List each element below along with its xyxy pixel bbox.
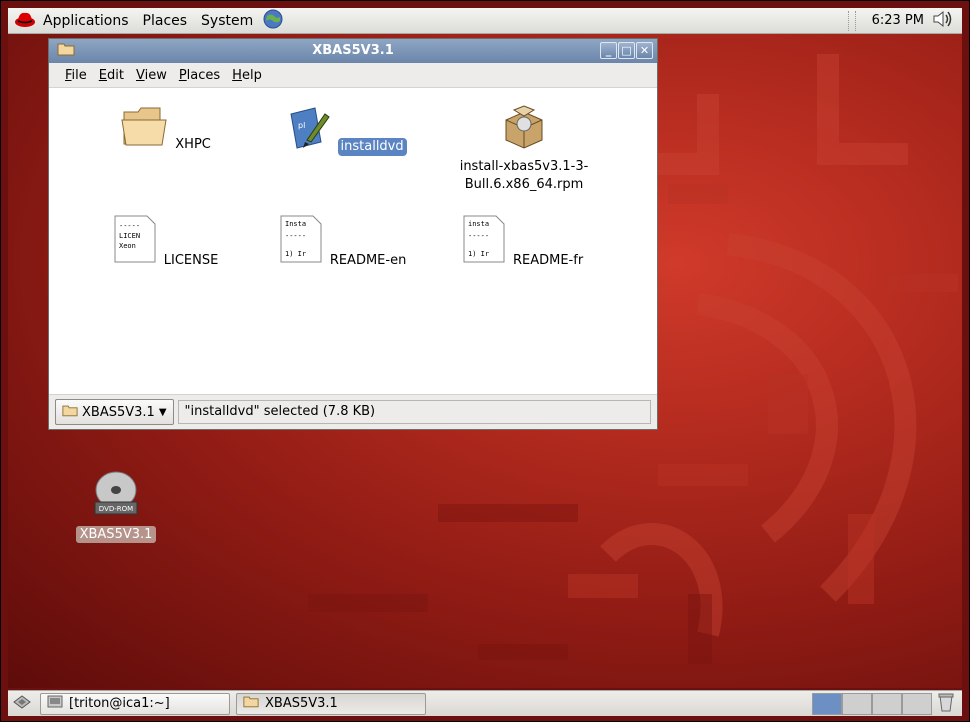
close-button[interactable]: ✕ (636, 42, 653, 59)
file-item-license[interactable]: ----- LICEN Xeon LICENSE (92, 214, 242, 270)
file-label: installdvd (337, 138, 407, 156)
svg-text:pl: pl (298, 121, 305, 130)
script-icon: pl (290, 107, 331, 149)
menu-file[interactable]: File (59, 68, 93, 83)
places-menu[interactable]: Places (136, 8, 195, 34)
minimize-button[interactable]: _ (600, 42, 617, 59)
folder-icon (62, 404, 78, 421)
workspace-3[interactable] (872, 692, 902, 715)
status-text: "installdvd" selected (7.8 KB) (177, 400, 651, 424)
file-label: README-fr (512, 253, 584, 268)
system-menu[interactable]: System (194, 8, 260, 34)
show-desktop-icon[interactable] (12, 693, 32, 715)
workspace-2[interactable] (842, 692, 872, 715)
file-item-installdvd[interactable]: pl installdvd (269, 104, 419, 156)
workspace-4[interactable] (902, 692, 932, 715)
menu-view[interactable]: View (130, 68, 173, 83)
package-icon (505, 105, 543, 149)
file-label: install-xbas5v3.1-3- Bull.6.x86_64.rpm (459, 159, 589, 192)
menu-edit[interactable]: Edit (93, 68, 130, 83)
desktop-dvd-rom[interactable]: DVD-ROM XBAS5V3.1 (56, 470, 176, 543)
task-file-manager[interactable]: XBAS5V3.1 (236, 692, 426, 715)
folder-icon (121, 107, 167, 146)
svg-text:-----: ----- (468, 232, 489, 240)
window-titlebar[interactable]: XBAS5V3.1 _ □ ✕ (49, 39, 657, 63)
svg-text:-----: ----- (119, 222, 140, 230)
file-manager-window: XBAS5V3.1 _ □ ✕ File Edit View Places He… (48, 38, 658, 430)
file-item-readme-en[interactable]: Insta ----- 1) Ir README-en (269, 214, 419, 270)
text-file-icon: ----- LICEN Xeon (114, 215, 156, 263)
svg-text:-----: ----- (285, 232, 306, 240)
file-item-rpm[interactable]: install-xbas5v3.1-3- Bull.6.x86_64.rpm (444, 104, 604, 194)
task-label: XBAS5V3.1 (265, 696, 338, 711)
location-dropdown[interactable]: XBAS5V3.1 ▼ (55, 399, 174, 425)
menu-help[interactable]: Help (226, 68, 268, 83)
text-file-icon: Insta ----- 1) Ir (280, 215, 322, 263)
dvd-label: XBAS5V3.1 (75, 526, 157, 543)
file-item-readme-fr[interactable]: insta ----- 1) Ir README-fr (449, 214, 599, 270)
dvd-rom-icon: DVD-ROM (94, 471, 138, 515)
redhat-logo-icon[interactable] (14, 10, 36, 32)
svg-text:DVD-ROM: DVD-ROM (99, 505, 133, 513)
panel-grip[interactable] (847, 10, 856, 31)
main-menu: Applications Places System (8, 8, 284, 33)
file-item-xhpc[interactable]: XHPC (92, 104, 242, 154)
menu-places[interactable]: Places (173, 68, 226, 83)
task-terminal[interactable]: [triton@ica1:~] (40, 692, 230, 715)
clock[interactable]: 6:23 PM (866, 13, 930, 28)
svg-text:Insta: Insta (285, 220, 306, 228)
svg-text:LICEN: LICEN (119, 232, 140, 240)
volume-icon[interactable] (932, 9, 954, 33)
workspace-1[interactable] (812, 692, 842, 715)
file-label: LICENSE (163, 253, 219, 268)
svg-text:Xeon: Xeon (119, 242, 136, 250)
top-panel: Applications Places System 6:23 PM (8, 8, 962, 34)
task-label: [triton@ica1:~] (69, 696, 170, 711)
browser-launcher-icon[interactable] (262, 8, 284, 34)
chevron-down-icon: ▼ (158, 406, 167, 418)
folder-icon (243, 695, 259, 712)
location-label: XBAS5V3.1 (82, 404, 155, 420)
trash-icon[interactable] (938, 692, 954, 716)
file-label: XHPC (175, 137, 211, 152)
svg-text:1) Ir: 1) Ir (285, 250, 306, 258)
svg-text:insta: insta (468, 220, 489, 228)
svg-text:1) Ir: 1) Ir (468, 250, 489, 258)
window-statusbar: XBAS5V3.1 ▼ "installdvd" selected (7.8 K… (49, 394, 657, 429)
window-title: XBAS5V3.1 (312, 43, 394, 58)
file-view[interactable]: XHPC pl installdvd install-xbas5v3.1-3- … (49, 88, 657, 394)
file-label: README-en (329, 253, 407, 268)
window-menubar: File Edit View Places Help (49, 63, 657, 88)
terminal-icon (47, 695, 63, 712)
applications-menu[interactable]: Applications (36, 8, 136, 34)
maximize-button[interactable]: □ (618, 42, 635, 59)
text-file-icon: insta ----- 1) Ir (463, 215, 505, 263)
bottom-panel: [triton@ica1:~] XBAS5V3.1 (8, 690, 962, 716)
workspace-switcher[interactable] (812, 692, 932, 715)
